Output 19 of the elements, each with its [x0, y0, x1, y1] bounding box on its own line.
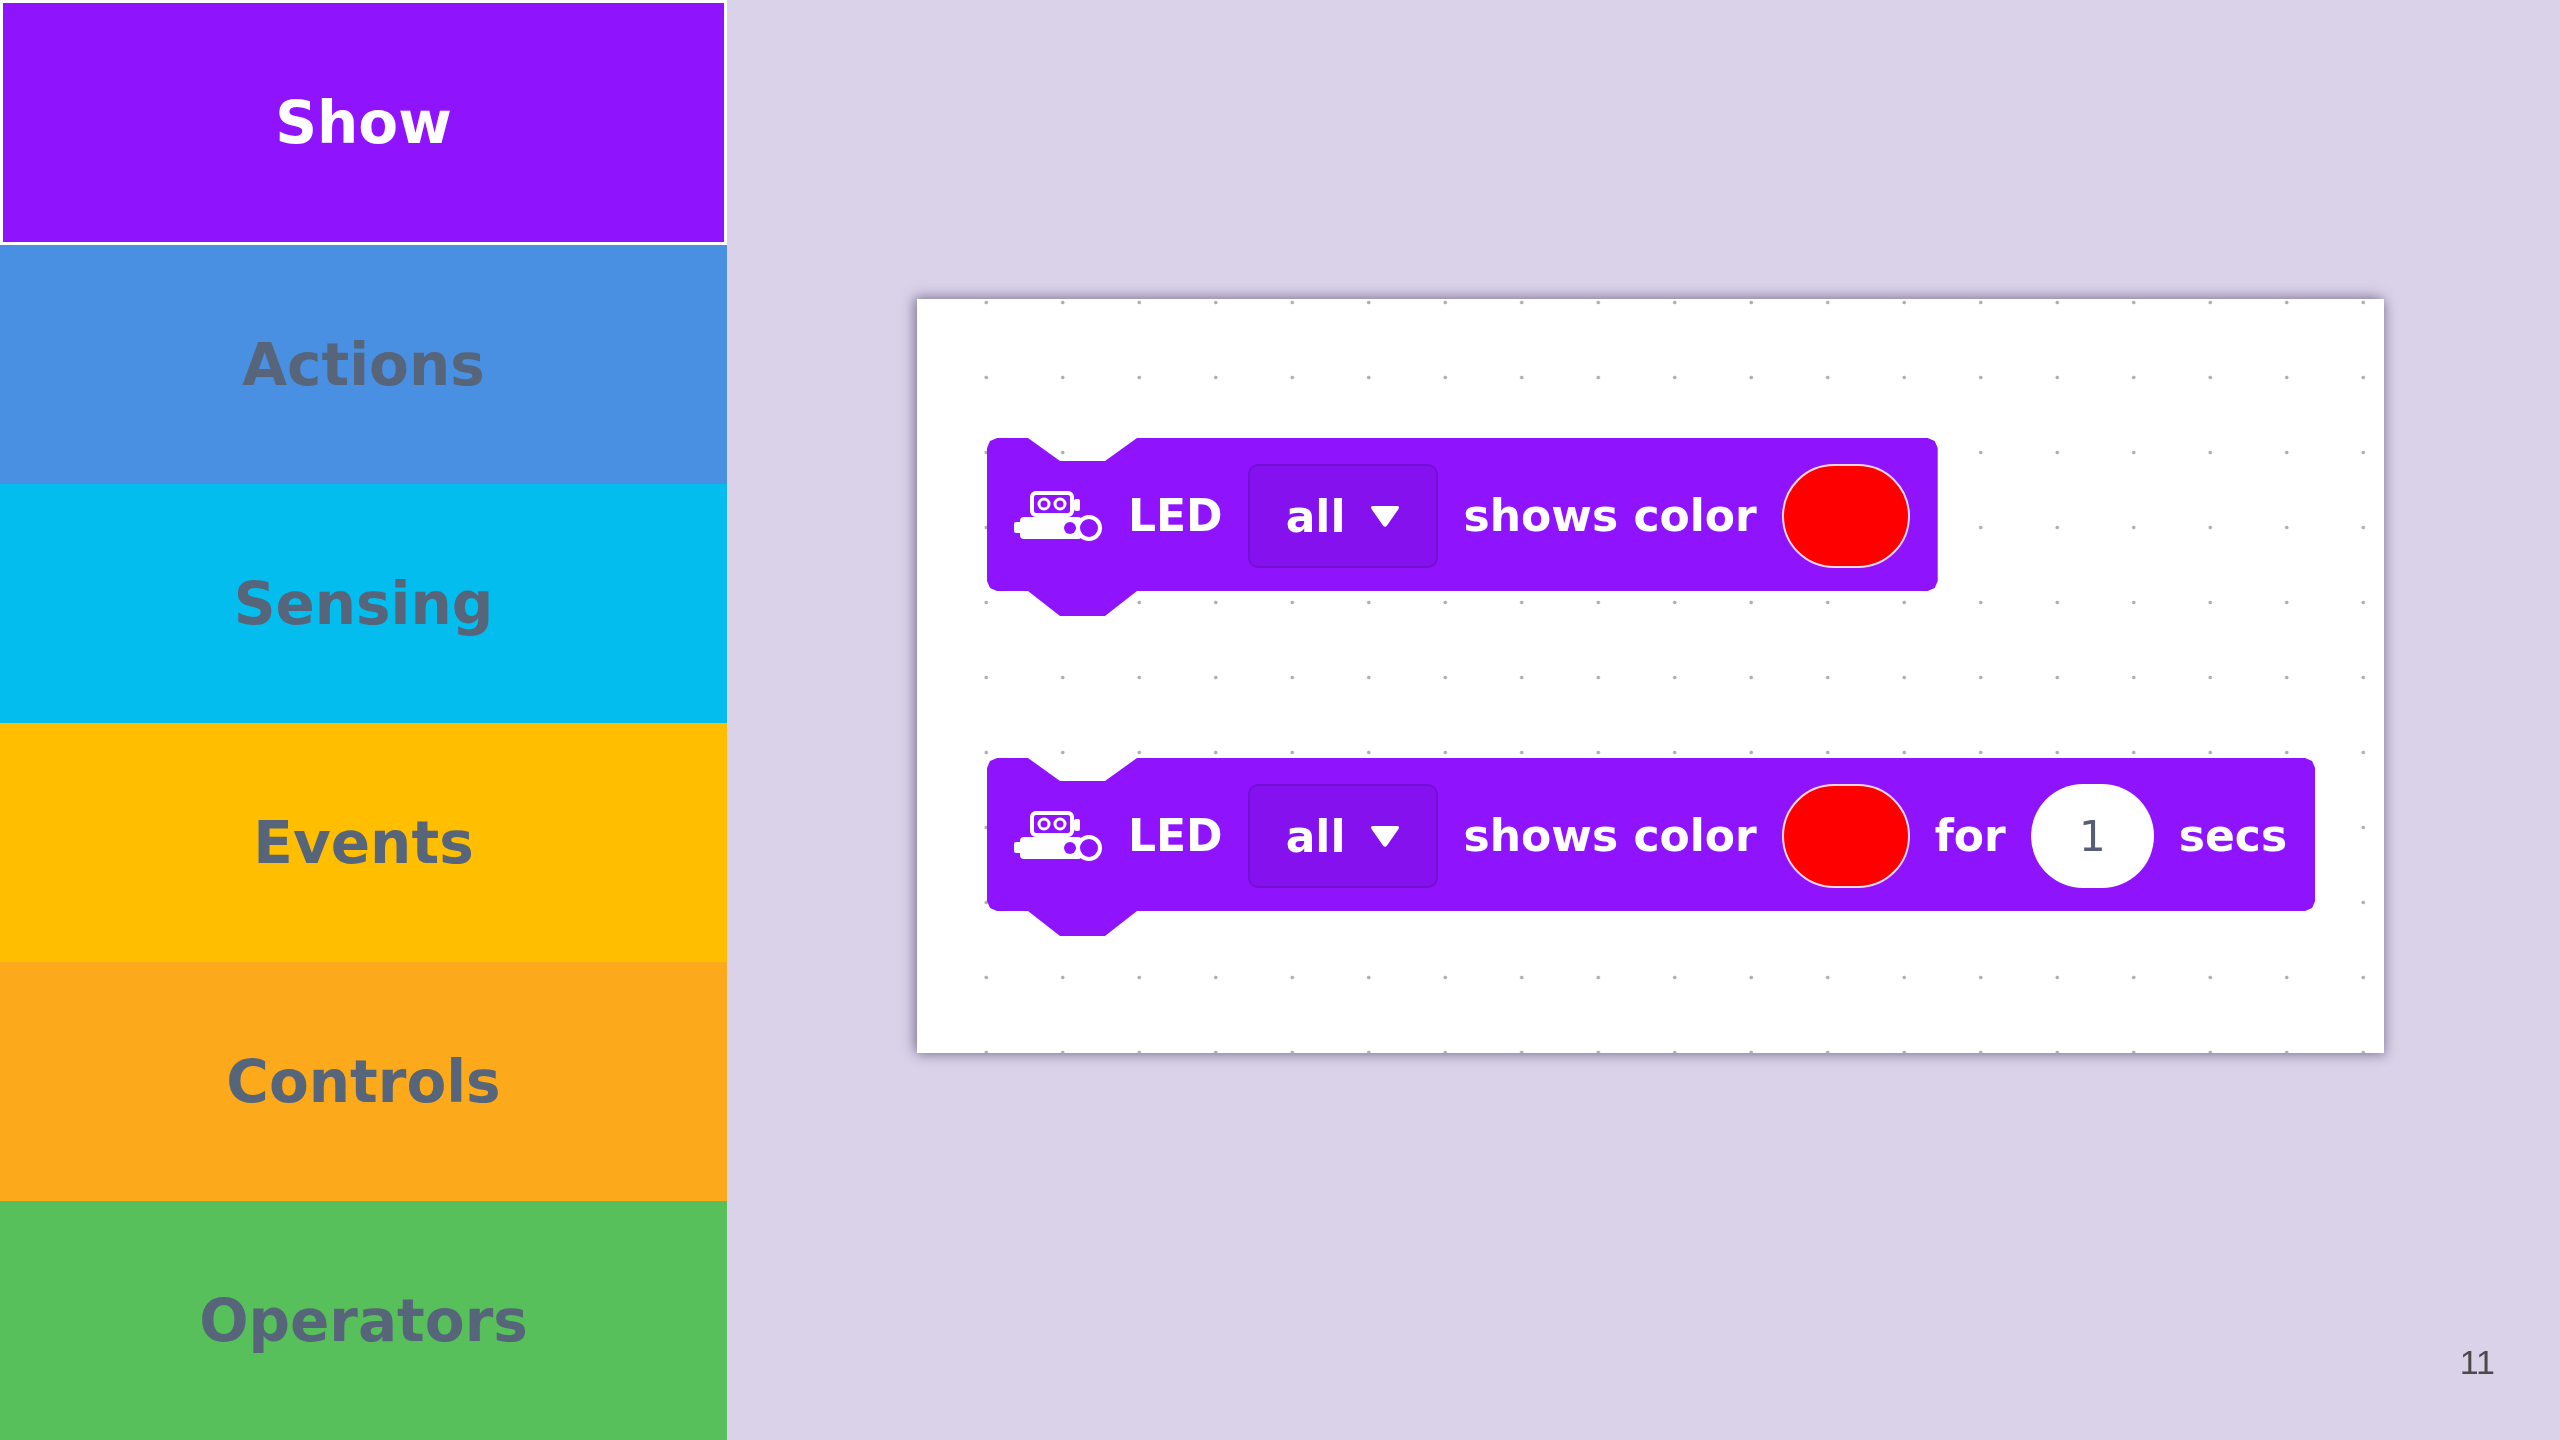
block-label: for [1934, 809, 2006, 863]
page-number: 11 [2459, 1343, 2495, 1382]
block-label: secs [2178, 809, 2288, 863]
category-tab[interactable]: Events [0, 723, 727, 962]
number-field[interactable]: 1 [2030, 784, 2154, 888]
code-block[interactable]: LED all shows color [987, 438, 1938, 616]
block-label: shows color [1463, 489, 1757, 543]
block-label: LED [1128, 809, 1223, 863]
caret-icon [1370, 824, 1401, 848]
dropdown[interactable]: all [1247, 464, 1439, 568]
robot-icon [1014, 810, 1103, 862]
robot-icon [1014, 490, 1103, 542]
dropdown[interactable]: all [1247, 784, 1439, 888]
category-tab[interactable]: Controls [0, 962, 727, 1201]
caret-icon [1370, 504, 1401, 528]
block-label: shows color [1463, 809, 1757, 863]
block-label: LED [1128, 489, 1223, 543]
category-tab[interactable]: Show [0, 0, 727, 245]
code-block[interactable]: LED all shows color for 1 secs [987, 758, 2316, 936]
